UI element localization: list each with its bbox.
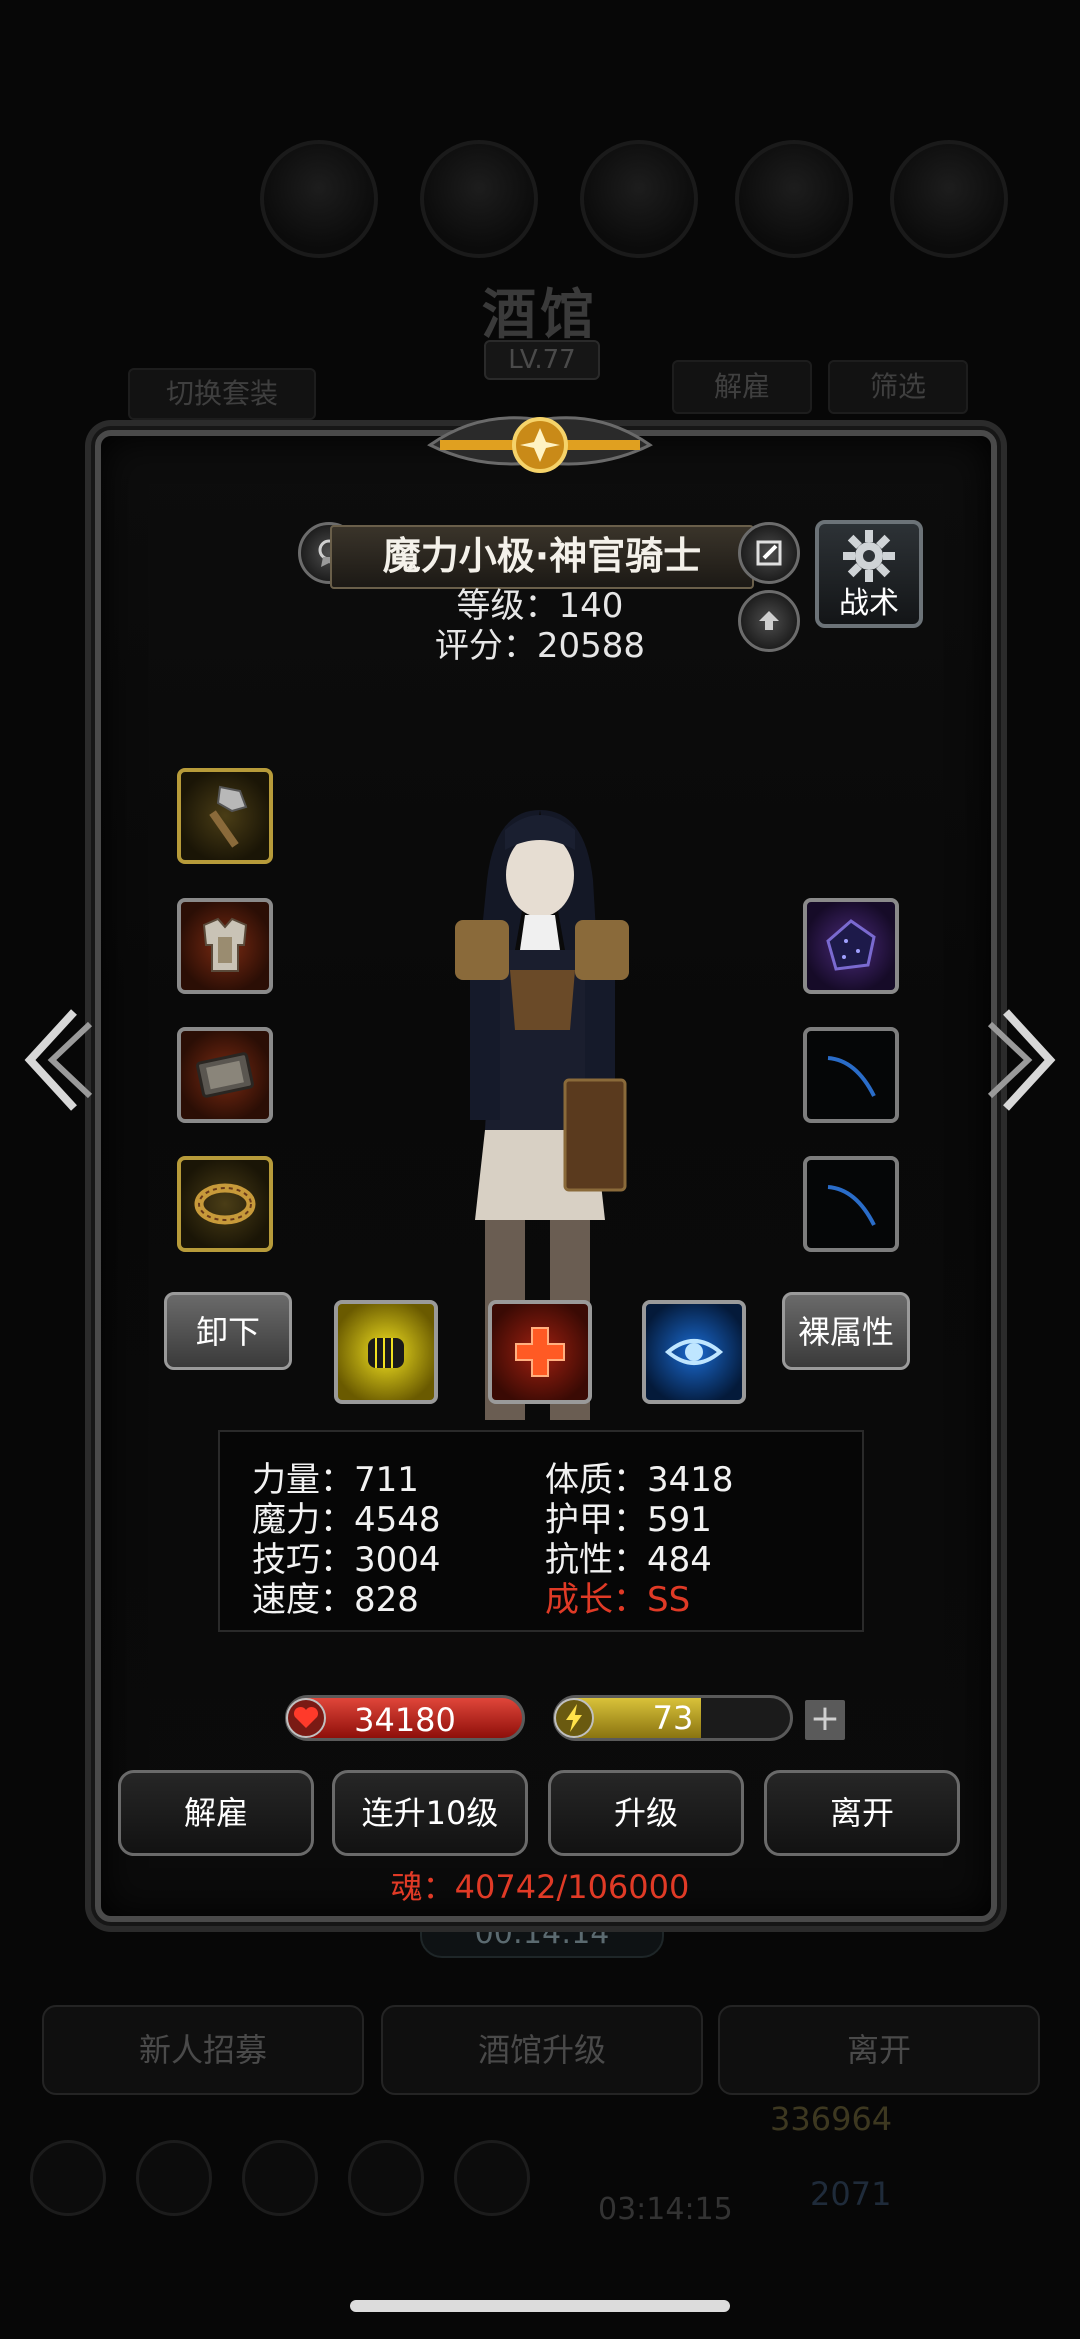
heart-icon [286,1698,326,1738]
skill-heal[interactable] [488,1300,592,1404]
home-indicator[interactable] [350,2300,730,2312]
gem-amount: 2071 [810,2175,892,2213]
fist-icon [368,1338,404,1368]
tavern-level: LV.77 [484,340,600,380]
mace-icon [209,785,248,848]
dismiss-top-button[interactable]: 解雇 [672,360,812,414]
bg-icon-circle [580,140,698,258]
chest-timer: 03:14:15 [598,2192,733,2227]
empty-slot-icon [827,1185,876,1226]
empty-slot-2[interactable] [803,1156,899,1252]
tavern-title: 酒馆 [482,282,598,346]
switch-outfit-button[interactable]: 切换套装 [128,368,316,420]
next-hero-arrow-icon[interactable] [987,1000,1068,1149]
bg-icon-circle [420,140,538,258]
unequip-button[interactable]: 卸下 [164,1292,292,1370]
leave-tavern-button[interactable]: 离开 [718,2005,1040,2095]
spellbook-icon [196,1052,254,1098]
book-slot[interactable] [177,1027,273,1123]
lightning-icon [554,1698,594,1738]
stat-speed: 速度：828 [252,1580,419,1620]
dismiss-button[interactable]: 解雇 [118,1770,314,1856]
background-top-icons [0,140,1080,258]
previous-hero-arrow-icon[interactable] [12,1000,93,1149]
soul-counter: 魂：40742/106000 [390,1868,690,1906]
rename-edit-icon[interactable] [738,522,800,584]
leave-button[interactable]: 离开 [764,1770,960,1856]
tavern-upgrade-button[interactable]: 酒馆升级 [381,2005,703,2095]
armor-slot[interactable] [177,898,273,994]
bg-icon-circle [890,140,1008,258]
skill-eye[interactable] [642,1300,746,1404]
panel-ornament-icon [427,416,653,473]
filter-button[interactable]: 筛选 [828,360,968,414]
nav-icon[interactable] [454,2140,530,2216]
gold-amount: 336964 [770,2100,893,2138]
ring-slot[interactable] [177,1156,273,1252]
nav-icon[interactable] [30,2140,106,2216]
eye-icon [664,1339,724,1365]
stat-growth: 成长：SS [545,1580,691,1620]
base-attributes-button[interactable]: 裸属性 [782,1292,910,1370]
hero-score: 评分：20588 [434,626,646,666]
bg-icon-circle [735,140,853,258]
nav-icon[interactable] [242,2140,318,2216]
dark-gem-icon [826,919,876,971]
bottom-nav-icons [30,2140,560,2220]
add-energy-button[interactable]: + [805,1700,845,1740]
chest-armor-icon [202,917,248,972]
recruit-button[interactable]: 新人招募 [42,2005,364,2095]
level-up-10-button[interactable]: 连升10级 [332,1770,528,1856]
weapon-slot[interactable] [177,768,273,864]
nav-icon[interactable] [136,2140,212,2216]
nav-icon[interactable] [348,2140,424,2216]
cross-icon [515,1327,565,1377]
empty-slot-1[interactable] [803,1027,899,1123]
level-up-button[interactable]: 升级 [548,1770,744,1856]
gear-icon [843,530,895,582]
gem-slot[interactable] [803,898,899,994]
ring-icon [194,1183,256,1225]
empty-slot-icon [827,1056,876,1097]
hero-stats-box: 力量：711 魔力：4548 技巧：3004 速度：828 体质：3418 护甲… [218,1430,864,1632]
skill-strength[interactable] [334,1300,438,1404]
hp-value: 34180 [354,1701,456,1739]
bg-icon-circle [260,140,378,258]
